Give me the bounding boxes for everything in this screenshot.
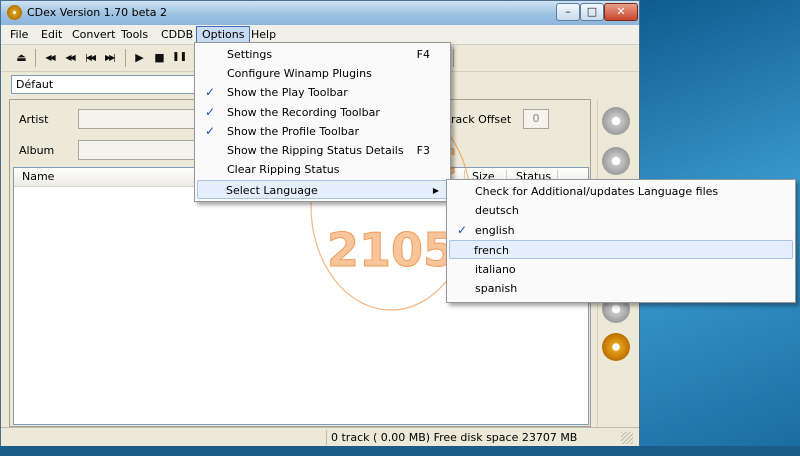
status-text: 0 track ( 0.00 MB) Free disk space 23707… — [331, 431, 578, 444]
extract-wav-icon[interactable] — [602, 107, 630, 135]
menu-cddb[interactable]: CDDB — [156, 27, 198, 42]
play-icon[interactable]: ▶ — [131, 49, 148, 66]
status-bar: 0 track ( 0.00 MB) Free disk space 23707… — [1, 427, 639, 447]
checkmark-icon: ✓ — [205, 124, 216, 138]
menu-item-french[interactable]: french — [449, 240, 793, 259]
status-separator — [326, 430, 327, 445]
menu-item-label: Select Language — [226, 184, 318, 197]
checkmark-icon: ✓ — [457, 223, 468, 237]
checkmark-icon: ✓ — [205, 85, 216, 99]
menu-item-label: spanish — [475, 282, 518, 295]
menu-options[interactable]: Options — [196, 26, 251, 43]
menu-tools[interactable]: Tools — [116, 27, 153, 42]
checkmark-icon: ✓ — [205, 105, 216, 119]
stop-icon[interactable]: ■ — [151, 49, 168, 66]
toolbar-separator — [453, 49, 454, 67]
menu-item-label: Clear Ripping Status — [227, 163, 340, 176]
menu-item-label: Show the Recording Toolbar — [227, 106, 380, 119]
rewind-start-icon[interactable]: ◀◀ — [41, 49, 58, 66]
rewind-icon[interactable]: ◀◀ — [61, 49, 78, 66]
track-offset-field[interactable]: 0 — [523, 109, 549, 129]
artist-label: Artist — [19, 113, 49, 126]
menu-item-show-play-toolbar[interactable]: ✓ Show the Play Toolbar — [197, 83, 448, 102]
pause-icon[interactable]: ❚❚ — [171, 49, 188, 66]
options-menu: Settings F4 Configure Winamp Plugins ✓ S… — [194, 42, 451, 202]
title-bar[interactable]: CDex Version 1.70 beta 2 – □ ✕ — [1, 1, 639, 25]
album-label: Album — [19, 144, 55, 157]
menu-item-spanish[interactable]: spanish — [449, 279, 793, 298]
window-title: CDex Version 1.70 beta 2 — [27, 6, 167, 19]
menu-item-settings[interactable]: Settings F4 — [197, 45, 448, 64]
album-field[interactable] — [78, 140, 198, 160]
artist-field[interactable] — [78, 109, 198, 129]
minimize-button[interactable]: – — [556, 3, 580, 21]
eject-icon[interactable]: ⏏ — [13, 49, 30, 66]
menu-convert[interactable]: Convert — [67, 27, 121, 42]
profile-select-value: Défaut — [16, 78, 54, 91]
menu-item-show-recording-toolbar[interactable]: ✓ Show the Recording Toolbar — [197, 103, 448, 122]
previous-track-icon[interactable]: |◀◀ — [81, 49, 98, 66]
menu-item-label: english — [475, 224, 515, 237]
submenu-arrow-icon: ▶ — [432, 186, 439, 195]
language-submenu: Check for Additional/updates Language fi… — [446, 179, 796, 303]
menu-item-label: Show the Play Toolbar — [227, 86, 348, 99]
settings-gear-icon[interactable] — [602, 333, 630, 361]
menu-edit[interactable]: Edit — [36, 27, 67, 42]
maximize-button[interactable]: □ — [580, 3, 604, 21]
menu-item-label: french — [474, 244, 509, 257]
menu-item-clear-ripping-status[interactable]: Clear Ripping Status — [197, 160, 448, 179]
menu-item-shortcut: F4 — [416, 48, 430, 61]
next-track-icon[interactable]: ▶▶| — [101, 49, 118, 66]
menu-item-italiano[interactable]: italiano — [449, 260, 793, 279]
menu-item-label: Show the Ripping Status Details — [227, 144, 404, 157]
menu-item-configure-winamp[interactable]: Configure Winamp Plugins — [197, 64, 448, 83]
menu-item-label: Settings — [227, 48, 273, 61]
menu-item-label: Configure Winamp Plugins — [227, 67, 372, 80]
menu-file[interactable]: File — [5, 27, 33, 42]
track-offset-label: rack Offset — [451, 113, 512, 126]
extract-mp3-icon[interactable] — [602, 147, 630, 175]
menu-item-show-profile-toolbar[interactable]: ✓ Show the Profile Toolbar — [197, 122, 448, 141]
taskbar-edge — [0, 446, 800, 456]
column-name[interactable]: Name — [22, 170, 54, 184]
menu-item-label: italiano — [475, 263, 516, 276]
menu-item-shortcut: F3 — [416, 144, 430, 157]
menu-item-label: Show the Profile Toolbar — [227, 125, 360, 138]
close-button[interactable]: ✕ — [604, 3, 638, 21]
menu-item-check-language-updates[interactable]: Check for Additional/updates Language fi… — [449, 182, 793, 201]
toolbar-separator — [35, 49, 36, 67]
menu-item-english[interactable]: ✓ english — [449, 221, 793, 240]
cdex-app-icon[interactable] — [7, 5, 22, 20]
menu-help[interactable]: Help — [246, 27, 281, 42]
menu-item-show-ripping-status[interactable]: Show the Ripping Status Details F3 — [197, 141, 448, 160]
menu-item-select-language[interactable]: Select Language ▶ — [197, 180, 448, 199]
resize-grip-icon[interactable] — [621, 432, 633, 444]
menu-item-label: Check for Additional/updates Language fi… — [475, 185, 719, 198]
toolbar-separator — [125, 49, 126, 67]
menu-item-label: deutsch — [475, 204, 519, 217]
menu-item-deutsch[interactable]: deutsch — [449, 201, 793, 220]
